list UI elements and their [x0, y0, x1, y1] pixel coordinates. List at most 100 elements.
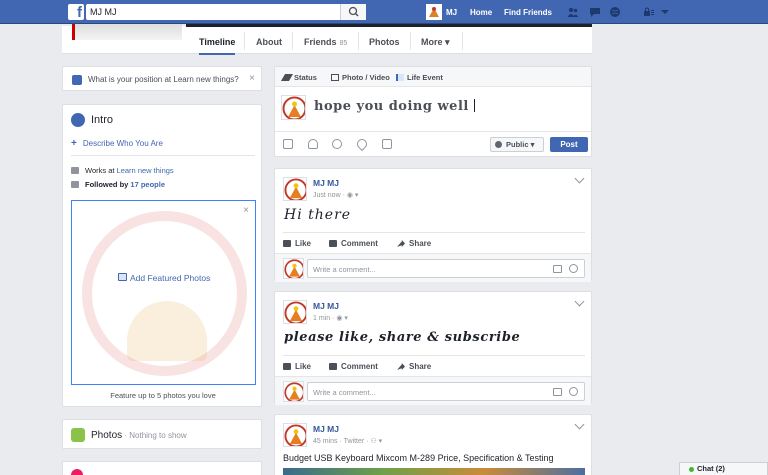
followed-by-prefix: Followed by: [85, 180, 131, 189]
notifications-globe-icon[interactable]: [609, 6, 621, 18]
chat-label: Chat (2): [697, 464, 725, 473]
user-name-link[interactable]: MJ: [446, 8, 457, 17]
composer-tabs: Status Photo / Video Life Event: [275, 67, 591, 87]
tab-life-event[interactable]: Life Event: [396, 73, 443, 82]
like-label: Like: [295, 362, 312, 371]
chevron-down-icon[interactable]: [574, 173, 585, 184]
works-at-prefix: Works at: [85, 166, 117, 175]
tab-about[interactable]: About: [256, 37, 282, 47]
post-author-name[interactable]: MJ MJ: [313, 301, 339, 311]
search-button[interactable]: [340, 4, 366, 20]
post-timestamp[interactable]: Just now · ◉ ▾: [313, 191, 358, 199]
account-menu-chevron-down-icon[interactable]: [659, 6, 671, 18]
learn-new-things-logo-icon: [282, 96, 305, 119]
feed-post: MJ MJ 45 mins · Twitter · ⚇ ▾ Budget USB…: [274, 414, 592, 475]
rss-follow-icon: [71, 181, 79, 188]
commenter-avatar: [283, 381, 304, 402]
location-pin-icon[interactable]: [354, 136, 370, 152]
learn-new-things-logo-icon: [284, 382, 303, 401]
describe-who-you-are-link[interactable]: + Describe Who You Are: [71, 138, 163, 149]
add-featured-photos-link[interactable]: Add Featured Photos: [130, 273, 210, 283]
find-friends-link[interactable]: Find Friends: [504, 8, 552, 17]
profile-cover-thumbnail[interactable]: [72, 24, 182, 40]
like-button[interactable]: Like: [283, 239, 311, 248]
calendar-icon[interactable]: [283, 139, 293, 149]
comment-input[interactable]: Write a comment...: [307, 259, 585, 278]
comment-button[interactable]: Comment: [329, 239, 378, 248]
intro-title: Intro: [91, 114, 114, 126]
emoji-icon[interactable]: [569, 387, 578, 396]
composer-text-input[interactable]: hope you doing well: [314, 99, 475, 114]
chevron-down-icon[interactable]: [574, 296, 585, 307]
tab-photos[interactable]: Photos: [369, 37, 400, 47]
ask-position-card[interactable]: What is your position at Learn new thing…: [62, 66, 262, 91]
plus-icon: +: [71, 138, 77, 149]
chat-sidebar-toggle[interactable]: Chat (2): [679, 462, 768, 475]
profile-tab-bar: Timeline About Friends 85 Photos More ▾: [62, 24, 592, 55]
friends-card[interactable]: [62, 461, 262, 475]
post-author-avatar[interactable]: [283, 423, 307, 447]
comment-composer: Write a comment...: [275, 253, 591, 282]
close-icon[interactable]: ×: [249, 73, 255, 84]
featured-photos-dropzone[interactable]: × Add Featured Photos: [71, 200, 256, 385]
tab-divider: [410, 32, 411, 50]
photos-icon: [71, 428, 85, 442]
followers-link[interactable]: 17 people: [130, 180, 165, 189]
tab-divider: [358, 32, 359, 50]
camera-icon[interactable]: [553, 388, 562, 396]
facebook-logo[interactable]: f: [68, 4, 84, 20]
post-timestamp[interactable]: 45 mins · Twitter · ⚇ ▾: [313, 437, 382, 445]
user-avatar[interactable]: [426, 4, 442, 20]
tab-friends[interactable]: Friends 85: [304, 37, 347, 47]
post-body-text: Hi there: [284, 207, 352, 223]
chevron-down-icon[interactable]: [574, 419, 585, 430]
comment-input[interactable]: Write a comment...: [307, 382, 585, 401]
search-icon: [348, 6, 359, 17]
post-author-avatar[interactable]: [283, 300, 307, 324]
table-icon[interactable]: [382, 139, 392, 149]
learn-new-things-logo-icon: [284, 301, 306, 323]
comment-button[interactable]: Comment: [329, 362, 378, 371]
text-cursor: [473, 99, 475, 112]
tab-status[interactable]: Status: [280, 73, 317, 82]
post-author-name[interactable]: MJ MJ: [313, 424, 339, 434]
emoji-icon[interactable]: [569, 264, 578, 273]
post-actions: Like Comment Share: [283, 355, 585, 375]
composer-avatar: [281, 95, 306, 120]
link-preview-image[interactable]: [283, 468, 585, 475]
post-timestamp[interactable]: 1 min · ◉ ▾: [313, 314, 348, 322]
search-box[interactable]: [86, 4, 366, 20]
post-author-name[interactable]: MJ MJ: [313, 178, 339, 188]
like-button[interactable]: Like: [283, 362, 311, 371]
photos-title: Photos · Nothing to show: [91, 430, 187, 441]
audience-selector[interactable]: Public ▾: [490, 137, 544, 152]
tag-friends-icon[interactable]: [308, 139, 318, 149]
post-body-text: please like, share & subscribe: [284, 330, 521, 345]
composer-text: hope you doing well: [314, 99, 469, 114]
comment-placeholder: Write a comment...: [313, 265, 376, 274]
tab-timeline[interactable]: Timeline: [199, 37, 236, 55]
home-link[interactable]: Home: [470, 8, 492, 17]
learn-new-things-logo-icon: [284, 424, 306, 446]
share-button[interactable]: Share: [397, 362, 431, 371]
close-icon[interactable]: ×: [243, 205, 249, 216]
post-author-avatar[interactable]: [283, 177, 307, 201]
tab-more[interactable]: More ▾: [421, 37, 450, 48]
tab-photo-video[interactable]: Photo / Video: [331, 73, 390, 82]
search-input[interactable]: [90, 4, 340, 20]
employer-link[interactable]: Learn new things: [117, 166, 174, 175]
share-button[interactable]: Share: [397, 239, 431, 248]
friends-count: 85: [339, 40, 348, 47]
works-at-line: Works at Learn new things: [85, 166, 174, 175]
photos-empty-note: · Nothing to show: [122, 431, 187, 440]
feeling-emoji-icon[interactable]: [332, 139, 342, 149]
messages-icon[interactable]: [589, 6, 601, 18]
share-arrow-icon: [397, 363, 405, 370]
privacy-shortcuts-icon[interactable]: [643, 6, 655, 18]
briefcase-icon: [71, 167, 79, 174]
photos-card[interactable]: Photos · Nothing to show: [62, 419, 262, 449]
flag-icon: [396, 74, 404, 81]
camera-icon[interactable]: [553, 265, 562, 273]
friend-requests-icon[interactable]: [567, 6, 579, 18]
post-button[interactable]: Post: [550, 137, 588, 152]
